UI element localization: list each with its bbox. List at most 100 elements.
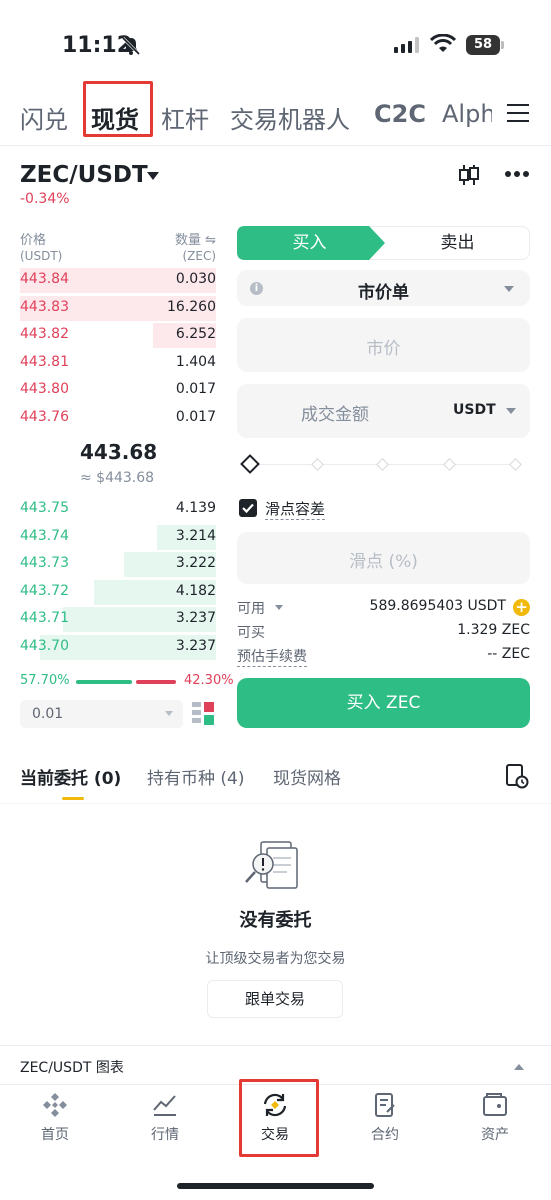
- slider-mark-75[interactable]: [443, 458, 456, 471]
- available-label: 可用: [237, 601, 265, 617]
- ask-price: 443.81: [20, 353, 69, 370]
- ask-row[interactable]: 443.80 0.017: [20, 377, 216, 404]
- slippage-input[interactable]: 滑点 (%): [237, 532, 530, 584]
- pair-symbol[interactable]: ZEC/USDT: [20, 162, 148, 188]
- order-type-select[interactable]: i 市价单: [237, 270, 530, 306]
- empty-subtitle: 让顶级交易者为您交易: [205, 951, 346, 967]
- candlestick-chart-icon[interactable]: [457, 163, 481, 187]
- sell-ratio-bar: [136, 680, 176, 684]
- divider: [0, 145, 551, 146]
- home-icon: [43, 1093, 67, 1117]
- last-price-usd: ≈ $443.68: [80, 470, 155, 486]
- tab-alpha[interactable]: Alph: [442, 100, 492, 128]
- last-price: 443.68: [80, 440, 158, 464]
- divider: [0, 803, 551, 804]
- can-buy-value: 1.329 ZEC: [457, 622, 530, 638]
- bid-row[interactable]: 443.71 3.237: [20, 606, 216, 633]
- copy-trade-button[interactable]: 跟单交易: [207, 980, 343, 1018]
- tab-holdings[interactable]: 持有币种 (4): [147, 764, 244, 789]
- tab-trading-bots[interactable]: 交易机器人: [230, 100, 350, 135]
- fee-value: -- ZEC: [487, 646, 530, 662]
- quantity-header[interactable]: 数量 ⇋: [175, 229, 216, 248]
- price-input[interactable]: 市价: [237, 318, 530, 372]
- ask-row[interactable]: 443.81 1.404: [20, 350, 216, 377]
- ask-quantity: 0.017: [175, 409, 216, 425]
- nav-assets[interactable]: 资产: [455, 1092, 535, 1144]
- bid-price: 443.72: [20, 582, 69, 599]
- precision-value: 0.01: [32, 706, 64, 722]
- chevron-down-icon: [506, 408, 516, 414]
- bid-price: 443.74: [20, 527, 69, 544]
- tab-convert[interactable]: 闪兑: [20, 100, 68, 135]
- buy-ratio-bar: [76, 680, 132, 684]
- bid-row[interactable]: 443.74 3.214: [20, 524, 216, 551]
- bid-row[interactable]: 443.72 4.182: [20, 579, 216, 606]
- menu-icon[interactable]: [507, 104, 529, 122]
- nav-futures[interactable]: 合约: [345, 1092, 425, 1144]
- sell-ratio: 42.30%: [184, 673, 234, 688]
- chart-toggle-label[interactable]: ZEC/USDT 图表: [20, 1057, 124, 1077]
- tab-spot-grid[interactable]: 现货网格: [273, 764, 341, 789]
- bid-row[interactable]: 443.73 3.222: [20, 551, 216, 578]
- slider-mark-25[interactable]: [311, 458, 324, 471]
- price-unit: (USDT): [20, 249, 63, 263]
- wifi-icon: [430, 34, 456, 52]
- battery-cap: [501, 41, 504, 49]
- available-row: 可用 589.8695403 USDT +: [237, 598, 530, 620]
- bid-row[interactable]: 443.75 4.139: [20, 496, 216, 523]
- slippage-label[interactable]: 滑点容差: [265, 498, 326, 520]
- fee-label[interactable]: 预估手续费: [237, 646, 307, 667]
- nav-home-label: 首页: [41, 1127, 69, 1143]
- orderbook-layout-icon[interactable]: [192, 702, 214, 726]
- empty-title: 没有委托: [239, 910, 312, 931]
- order-type-value: 市价单: [358, 283, 409, 303]
- amount-input[interactable]: 成交金额 USDT: [237, 384, 530, 438]
- sell-tab[interactable]: 卖出: [385, 226, 530, 260]
- amount-slider-handle[interactable]: [240, 454, 260, 474]
- bid-quantity: 3.237: [175, 638, 216, 654]
- tab-margin[interactable]: 杠杆: [161, 100, 209, 135]
- ask-price: 443.82: [20, 326, 69, 343]
- ask-row[interactable]: 443.83 16.260: [20, 295, 216, 322]
- more-options-icon[interactable]: [504, 170, 530, 178]
- ask-row[interactable]: 443.82 6.252: [20, 322, 216, 349]
- order-history-icon[interactable]: [505, 763, 529, 789]
- bid-quantity: 4.139: [175, 500, 216, 516]
- slider-mark-100[interactable]: [509, 458, 522, 471]
- chevron-down-icon[interactable]: [147, 172, 159, 180]
- add-funds-icon[interactable]: +: [513, 599, 530, 616]
- nav-markets[interactable]: 行情: [125, 1092, 205, 1144]
- ask-quantity: 16.260: [167, 298, 216, 315]
- active-tab-indicator: [62, 797, 84, 800]
- chevron-up-icon[interactable]: [514, 1064, 524, 1070]
- tab-c2c[interactable]: C2C: [374, 100, 426, 128]
- buy-submit-button[interactable]: 买入 ZEC: [237, 678, 530, 728]
- highlight-box-trade: [239, 1079, 319, 1157]
- battery-indicator: 58: [466, 35, 500, 55]
- can-buy-label: 可买: [237, 625, 265, 641]
- price-placeholder: 市价: [366, 339, 401, 359]
- precision-select[interactable]: 0.01: [20, 700, 183, 728]
- slider-mark-50[interactable]: [376, 458, 389, 471]
- amount-unit-select[interactable]: USDT: [453, 402, 496, 418]
- chevron-down-icon[interactable]: [275, 605, 283, 610]
- ask-price: 443.80: [20, 381, 69, 398]
- amount-placeholder: 成交金额: [301, 405, 369, 425]
- futures-icon: [375, 1093, 395, 1117]
- home-indicator[interactable]: [177, 1183, 374, 1189]
- price-change: -0.34%: [20, 191, 70, 207]
- nav-home[interactable]: 首页: [15, 1092, 95, 1144]
- top-tab-bar: 闪兑 现货 杠杆 交易机器人 C2C Alph: [0, 81, 551, 140]
- checkmark-icon: [242, 503, 254, 514]
- empty-orders-icon: [245, 841, 298, 889]
- ask-row[interactable]: 443.76 0.017: [20, 405, 216, 432]
- quantity-unit: (ZEC): [182, 249, 216, 263]
- slippage-checkbox[interactable]: [239, 499, 257, 517]
- bid-price: 443.75: [20, 500, 69, 516]
- price-header: 价格: [20, 233, 47, 248]
- bid-row[interactable]: 443.70 3.237: [20, 634, 216, 661]
- ask-row[interactable]: 443.84 0.030: [20, 267, 216, 294]
- bid-quantity: 3.214: [175, 527, 216, 544]
- buy-tab[interactable]: 买入: [237, 226, 382, 260]
- tab-open-orders[interactable]: 当前委托 (0): [20, 764, 121, 789]
